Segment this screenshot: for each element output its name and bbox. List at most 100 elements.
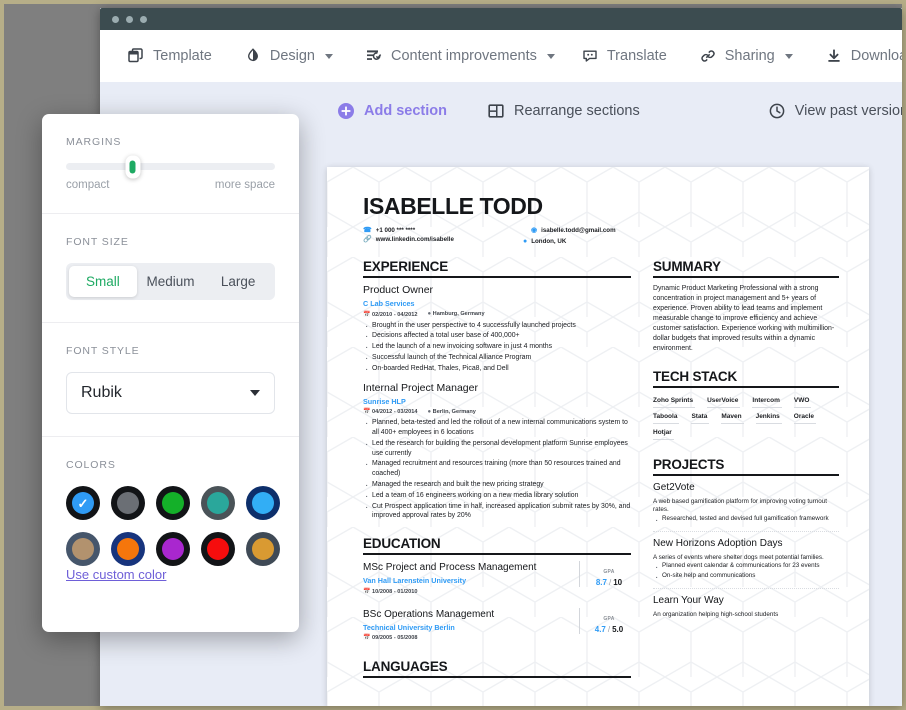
education-meta: 📅 10/2008 - 01/2010	[363, 588, 571, 595]
margins-block: MARGINS compact more space	[42, 114, 299, 213]
window-maximize-dot[interactable]	[140, 15, 147, 23]
contact-location[interactable]: ● London, UK	[523, 238, 691, 245]
chevron-down-icon	[324, 53, 333, 59]
toolbar-download-label: Download	[850, 48, 902, 64]
tech-tag: Oracle	[793, 410, 817, 424]
toolbar-design-button[interactable]: Design	[231, 41, 346, 71]
font-size-block: FONT SIZE Small Medium Large	[42, 213, 299, 322]
education-school: Van Hall Larenstein University	[363, 576, 467, 586]
section-tech-stack[interactable]: TECH STACK Zoho Sprints UserVoice Interc…	[653, 369, 839, 442]
margins-slider-thumb[interactable]	[125, 155, 141, 178]
gpa-max: 10	[613, 578, 623, 588]
project-bullet: Researched, tested and devised full gami…	[653, 514, 839, 528]
section-projects[interactable]: PROJECTS Get2Vote A web based gamificati…	[653, 457, 839, 620]
download-icon	[825, 47, 843, 65]
color-swatch-1[interactable]	[111, 486, 145, 520]
color-swatch-6[interactable]	[111, 532, 145, 566]
view-past-versions-button[interactable]: View past versions	[758, 96, 902, 126]
toolbar-template-button[interactable]: Template	[114, 41, 225, 71]
color-swatch-2[interactable]	[156, 486, 190, 520]
design-contrast-icon	[244, 47, 262, 65]
font-size-option-medium[interactable]: Medium	[137, 266, 205, 297]
project-bullets: Planned event calendar & communications …	[653, 561, 839, 585]
education-gpa: GPA 8.7/10	[579, 561, 631, 588]
font-style-select[interactable]: Rubik	[66, 372, 275, 414]
tech-tag: Intercom	[752, 394, 782, 408]
education-dates: 09/2005 - 05/2008	[372, 635, 418, 642]
color-swatch-fill	[207, 538, 229, 560]
color-swatch-0[interactable]: ✓	[66, 486, 100, 520]
job-bullets: Planned, beta-tested and led the rollout…	[363, 417, 631, 522]
margins-label: MARGINS	[66, 136, 122, 148]
toolbar-sharing-button[interactable]: Sharing	[686, 41, 806, 71]
color-swatch-fill	[252, 492, 274, 514]
job-bullet: Successful launch of the Technical Allia…	[363, 352, 631, 366]
job-bullet: Brought in the user perspective to 4 suc…	[363, 320, 631, 334]
font-size-option-small[interactable]: Small	[69, 266, 137, 297]
gpa-value: 4.7	[594, 624, 606, 634]
job-bullet: On-boarded RedHat, Thales, Pica8, and De…	[363, 363, 631, 377]
template-icon	[127, 47, 145, 65]
color-swatch-9[interactable]	[246, 532, 280, 566]
color-swatch-5[interactable]	[66, 532, 100, 566]
section-education[interactable]: EDUCATION MSc Project and Process Manage…	[363, 536, 631, 644]
project-item[interactable]: Learn Your Way An organization helping h…	[653, 588, 839, 619]
color-swatch-grid[interactable]: ✓	[66, 486, 280, 566]
font-size-segmented-control[interactable]: Small Medium Large	[66, 263, 275, 300]
add-section-label: Add section	[364, 103, 447, 119]
color-swatch-fill	[252, 538, 274, 560]
color-swatch-4[interactable]	[246, 486, 280, 520]
job-bullet: Managed the research and built the new p…	[363, 479, 631, 493]
calendar-icon: 📅	[363, 409, 371, 416]
color-swatch-8[interactable]	[201, 532, 235, 566]
education-item[interactable]: MSc Project and Process Management Van H…	[363, 561, 631, 598]
toolbar-content-improvements-button[interactable]: Content improvements	[352, 41, 568, 71]
rearrange-grid-icon	[487, 102, 505, 120]
window-minimize-dot[interactable]	[126, 15, 133, 23]
plus-circle-icon	[337, 102, 355, 120]
contact-linkedin[interactable]: 🔗 www.linkedin.com/isabelle	[363, 234, 523, 245]
rearrange-sections-button[interactable]: Rearrange sections	[477, 96, 650, 126]
resume-document[interactable]: ISABELLE TODD ☎ +1 000 *** **** ◉ isabel…	[327, 167, 869, 706]
margins-slider[interactable]	[66, 155, 275, 178]
window-close-dot[interactable]	[112, 15, 119, 23]
add-section-button[interactable]: Add section	[327, 96, 457, 126]
margins-max-label: more space	[214, 179, 275, 191]
gpa-value: 8.7	[595, 578, 607, 588]
toolbar-translate-button[interactable]: Translate	[568, 41, 680, 71]
summary-text: Dynamic Product Marketing Professional w…	[653, 285, 835, 352]
resume-left-column: EXPERIENCE Product Owner C Lab Services …	[363, 259, 631, 684]
use-custom-color-link[interactable]: Use custom color	[66, 567, 166, 582]
chevron-down-icon	[250, 390, 260, 396]
color-swatch-fill	[117, 492, 139, 514]
experience-item[interactable]: Product Owner C Lab Services 📅 02/2010 -…	[363, 284, 631, 377]
font-size-option-large[interactable]: Large	[204, 266, 272, 297]
section-languages[interactable]: LANGUAGES	[363, 659, 631, 679]
toolbar-content-improvements-label: Content improvements	[390, 48, 537, 64]
color-swatch-7[interactable]	[156, 532, 190, 566]
job-location: Hamburg, Germany	[432, 311, 485, 318]
contact-phone[interactable]: ☎ +1 000 *** ****	[363, 227, 531, 234]
toolbar-design-label: Design	[269, 48, 315, 64]
job-bullet: Planned, beta-tested and led the rollout…	[363, 417, 631, 438]
toolbar-download-button[interactable]: Download	[812, 41, 902, 71]
color-swatch-fill	[72, 538, 94, 560]
job-bullet: Led the launch of a new invoicing softwa…	[363, 341, 631, 355]
education-item[interactable]: BSc Operations Management Technical Univ…	[363, 607, 631, 645]
project-item[interactable]: New Horizons Adoption Days A series of e…	[653, 531, 839, 585]
education-degree: MSc Project and Process Management	[363, 562, 537, 574]
section-summary[interactable]: SUMMARY Dynamic Product Marketing Profes…	[653, 259, 839, 354]
tech-tag: Stata	[691, 410, 710, 424]
section-experience[interactable]: EXPERIENCE Product Owner C Lab Services …	[363, 259, 631, 521]
project-bullet: Planned event calendar & communications …	[653, 561, 839, 575]
resume-right-column: SUMMARY Dynamic Product Marketing Profes…	[653, 259, 839, 684]
toolbar-sharing-label: Sharing	[724, 48, 775, 64]
experience-item[interactable]: Internal Project Manager Sunrise HLP 📅 0…	[363, 382, 631, 522]
project-item[interactable]: Get2Vote A web based gamification platfo…	[653, 482, 839, 528]
color-swatch-3[interactable]	[201, 486, 235, 520]
tech-tag-list: Zoho Sprints UserVoice Intercom VWO Tabo…	[653, 394, 839, 442]
resume-name[interactable]: ISABELLE TODD	[363, 195, 839, 218]
job-bullet: Cut Prospect application time in half, i…	[363, 501, 631, 522]
job-organization: Sunrise HLP	[363, 396, 406, 406]
contact-email[interactable]: ◉ isabelle.todd@gmail.com	[531, 227, 701, 234]
